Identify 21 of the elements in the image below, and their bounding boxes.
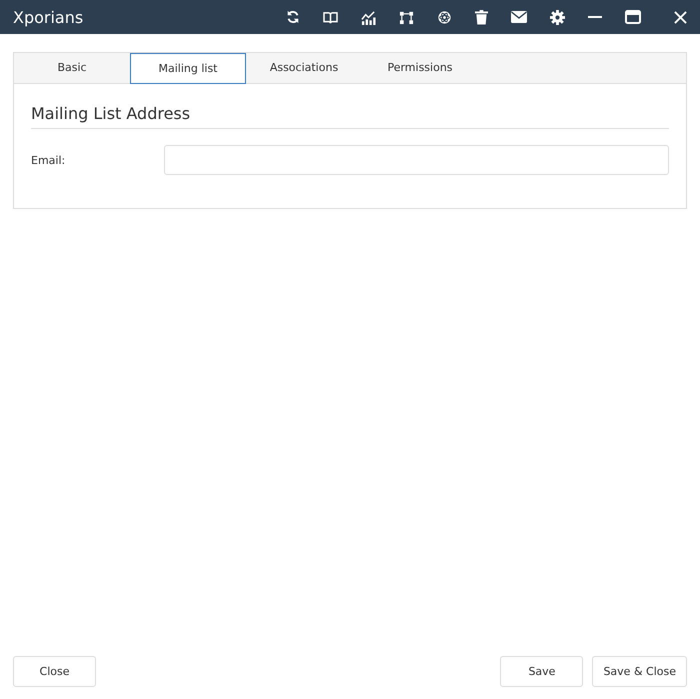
section-title: Mailing List Address: [31, 104, 192, 125]
field-label: Email:: [31, 154, 66, 166]
save-button[interactable]: Save: [500, 656, 584, 687]
tab[interactable]: Basic: [14, 53, 130, 84]
envelope-icon[interactable]: [511, 11, 527, 23]
refresh-icon[interactable]: [286, 10, 300, 24]
maximize-icon[interactable]: [625, 10, 641, 24]
atom-icon[interactable]: [437, 10, 452, 24]
nodes-icon[interactable]: [399, 10, 414, 24]
window-title: Xporians: [13, 8, 84, 26]
save-and-close-button[interactable]: Save & Close: [592, 656, 687, 687]
close-icon[interactable]: [674, 10, 687, 24]
email-field[interactable]: [164, 145, 669, 175]
settings-icon[interactable]: [550, 10, 565, 24]
tab[interactable]: Permissions: [362, 53, 478, 84]
tab[interactable]: Mailing list: [130, 53, 246, 84]
book-icon[interactable]: [323, 10, 338, 24]
trash-icon[interactable]: [475, 10, 488, 24]
tab[interactable]: Associations: [246, 53, 362, 84]
close-button[interactable]: Close: [13, 656, 96, 687]
chart-icon[interactable]: [361, 10, 376, 24]
